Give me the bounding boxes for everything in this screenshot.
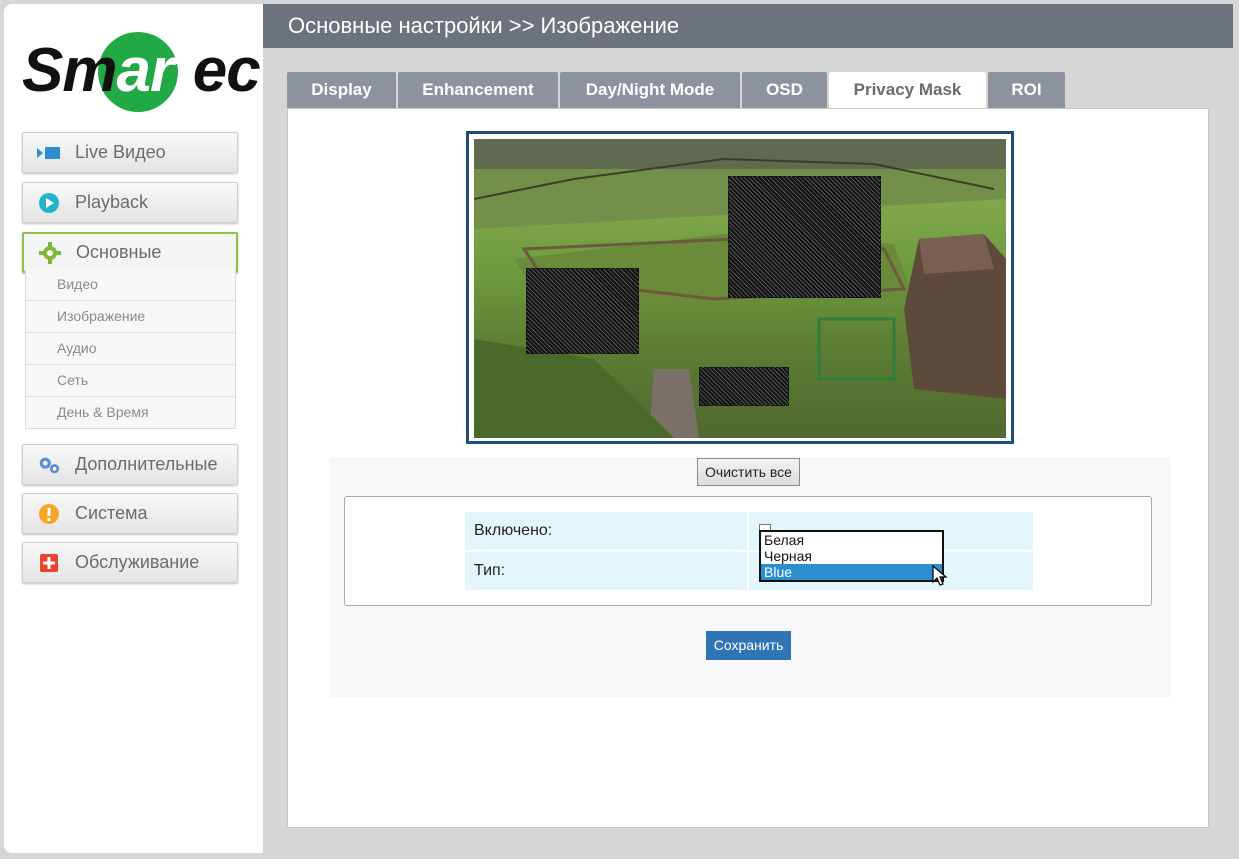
mouse-cursor-icon — [932, 564, 948, 587]
clear-all-button[interactable]: Очистить все — [697, 458, 800, 486]
type-option-black[interactable]: Черная — [761, 548, 942, 564]
nav-label: Обслуживание — [75, 552, 200, 572]
nav-label: Playback — [75, 192, 149, 212]
tab-privacy-mask[interactable]: Privacy Mask — [829, 72, 986, 109]
nav-label: Live Видео — [75, 142, 166, 162]
plus-square-icon — [37, 551, 61, 575]
nav-label: Дополнительные — [75, 454, 218, 474]
tab-enhancement[interactable]: Enhancement — [398, 72, 558, 108]
type-option-white[interactable]: Белая — [761, 532, 942, 548]
gears-icon — [37, 453, 61, 477]
video-preview-frame — [466, 131, 1014, 444]
play-circle-icon — [37, 191, 61, 215]
type-option-blue[interactable]: Blue — [761, 564, 942, 580]
mask-type-dropdown-list[interactable]: Белая Черная Blue — [759, 530, 944, 582]
smartec-logo: Smartec — [22, 28, 261, 112]
nav-basic[interactable]: Основные — [22, 232, 238, 273]
gear-icon — [38, 241, 62, 265]
tab-osd[interactable]: OSD — [742, 72, 827, 108]
privacy-mask-region[interactable] — [728, 176, 881, 298]
tab-roi[interactable]: ROI — [988, 72, 1065, 108]
camera-video[interactable] — [474, 139, 1006, 438]
submenu-item-video[interactable]: Видео — [26, 269, 235, 301]
nav-advanced[interactable]: Дополнительные — [22, 444, 238, 485]
tab-day-night-mode[interactable]: Day/Night Mode — [560, 72, 740, 108]
warning-icon — [37, 502, 61, 526]
submenu-item-audio[interactable]: Аудио — [26, 333, 235, 365]
nav-label: Основные — [76, 242, 162, 262]
privacy-mask-region[interactable] — [526, 268, 639, 354]
live-video-icon — [37, 141, 61, 165]
submenu-item-image[interactable]: Изображение — [26, 301, 235, 333]
submenu-item-datetime[interactable]: День & Время — [26, 397, 235, 429]
nav-maintenance[interactable]: Обслуживание — [22, 542, 238, 583]
nav-system[interactable]: Система — [22, 493, 238, 534]
enabled-label: Включено: — [465, 512, 747, 550]
save-button[interactable]: Сохранить — [706, 631, 791, 660]
tab-bar: Display Enhancement Day/Night Mode OSD P… — [287, 72, 1067, 109]
basic-submenu: Видео Изображение Аудио Сеть День & Врем… — [25, 269, 236, 429]
page-title: Основные настройки >> Изображение — [263, 4, 1233, 48]
submenu-item-network[interactable]: Сеть — [26, 365, 235, 397]
nav-playback[interactable]: Playback — [22, 182, 238, 223]
privacy-mask-region[interactable] — [699, 367, 789, 406]
tab-display[interactable]: Display — [287, 72, 396, 108]
nav-label: Система — [75, 503, 148, 523]
enabled-row: Включено: — [465, 512, 1033, 550]
logo-text: Smartec — [22, 36, 261, 105]
nav-live-video[interactable]: Live Видео — [22, 132, 238, 173]
type-label: Тип: — [465, 552, 747, 590]
